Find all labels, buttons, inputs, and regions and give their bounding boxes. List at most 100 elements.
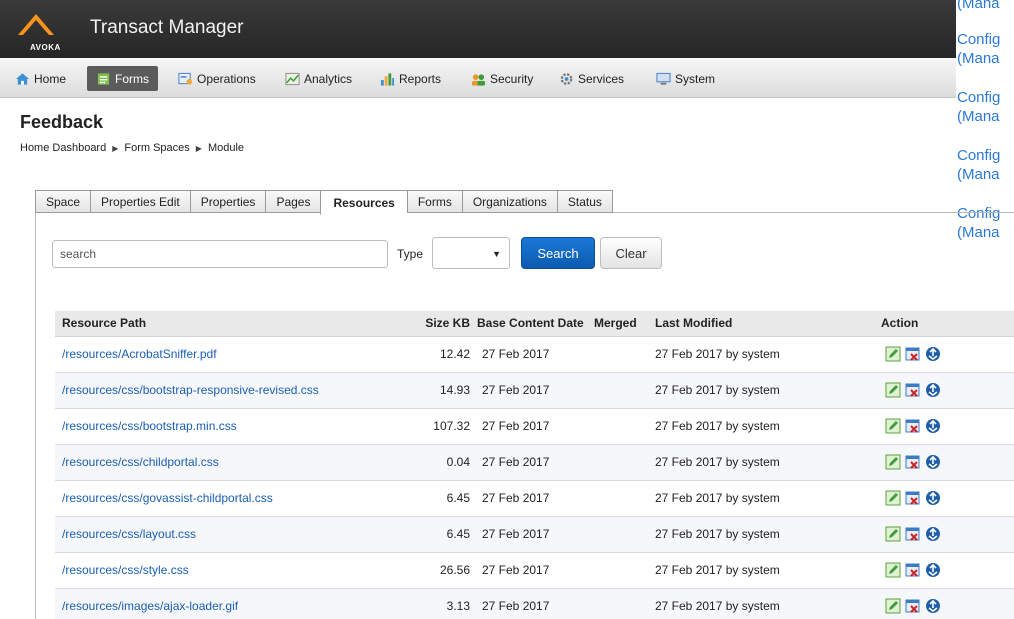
resource-path-link[interactable]: /resources/AcrobatSniffer.pdf (62, 347, 217, 361)
download-icon[interactable] (925, 490, 941, 506)
caret-down-icon: ▼ (492, 249, 501, 259)
nav-item-analytics[interactable]: Analytics (281, 66, 356, 91)
tab-status[interactable]: Status (556, 190, 613, 213)
action-icons (881, 526, 1014, 542)
side-link-line2[interactable]: (Mana (957, 107, 1014, 126)
delete-icon[interactable] (905, 562, 921, 578)
cell-size: 14.93 (414, 372, 470, 409)
resource-path-link[interactable]: /resources/css/layout.css (62, 527, 196, 541)
cell-last-modified: 27 Feb 2017 by system (655, 588, 881, 619)
tab-pages[interactable]: Pages (265, 190, 321, 213)
cell-resource-path: /resources/css/layout.css (55, 516, 414, 553)
search-input[interactable] (52, 240, 388, 268)
col-base-content-date[interactable]: Base Content Date (470, 311, 594, 337)
nav-label: Security (490, 71, 534, 86)
download-icon[interactable] (925, 598, 941, 614)
action-icons (881, 382, 1014, 398)
avoka-logo[interactable]: AVOKA (14, 8, 70, 52)
col-size[interactable]: Size KB (414, 311, 470, 337)
edit-icon[interactable] (885, 346, 901, 362)
col-last-modified[interactable]: Last Modified (655, 311, 881, 337)
nav-item-home[interactable]: Home (11, 66, 70, 91)
breadcrumb-item[interactable]: Form Spaces (124, 142, 189, 154)
cell-merged (594, 444, 655, 481)
cell-base-content-date: 27 Feb 2017 (470, 408, 594, 445)
delete-icon[interactable] (905, 346, 921, 362)
edit-icon[interactable] (885, 382, 901, 398)
nav-item-services[interactable]: Services (555, 66, 628, 91)
breadcrumb-item[interactable]: Home Dashboard (20, 142, 106, 154)
side-link-line1[interactable]: Config (957, 146, 1014, 165)
tab-space[interactable]: Space (35, 190, 91, 213)
tab-properties[interactable]: Properties (189, 190, 266, 213)
col-resource-path[interactable]: Resource Path (55, 311, 414, 337)
app-title: Transact Manager (90, 17, 244, 38)
delete-icon[interactable] (905, 526, 921, 542)
cell-base-content-date: 27 Feb 2017 (470, 372, 594, 409)
download-icon[interactable] (925, 418, 941, 434)
download-icon[interactable] (925, 346, 941, 362)
table-row: /resources/css/layout.css 6.45 27 Feb 2017… (55, 516, 1014, 553)
side-link[interactable]: Config (Mana (957, 88, 1014, 126)
edit-icon[interactable] (885, 598, 901, 614)
download-icon[interactable] (925, 382, 941, 398)
action-icons (881, 562, 1014, 578)
cell-actions (881, 516, 1014, 553)
resource-path-link[interactable]: /resources/css/bootstrap-responsive-revi… (62, 383, 319, 397)
security-icon (471, 73, 486, 86)
side-link[interactable]: Config (Mana (957, 146, 1014, 184)
side-link-line1[interactable]: Config (957, 88, 1014, 107)
action-icons (881, 346, 1014, 362)
tab-forms[interactable]: Forms (406, 190, 462, 213)
side-link-fragment[interactable]: (Mana (957, 0, 1014, 13)
reports-icon (380, 72, 395, 86)
cell-actions (881, 480, 1014, 517)
resource-path-link[interactable]: /resources/images/ajax-loader.gif (62, 599, 238, 613)
cell-size: 26.56 (414, 552, 470, 589)
download-icon[interactable] (925, 562, 941, 578)
nav-item-reports[interactable]: Reports (376, 66, 445, 91)
resource-path-link[interactable]: /resources/css/bootstrap.min.css (62, 419, 237, 433)
tab-resources[interactable]: Resources (320, 190, 407, 215)
edit-icon[interactable] (885, 418, 901, 434)
nav-item-security[interactable]: Security (467, 66, 537, 91)
cell-resource-path: /resources/css/bootstrap-responsive-revi… (55, 372, 414, 409)
edit-icon[interactable] (885, 562, 901, 578)
cell-base-content-date: 27 Feb 2017 (470, 516, 594, 553)
delete-icon[interactable] (905, 382, 921, 398)
side-link-line1[interactable]: Config (957, 30, 1014, 49)
tab-properties-edit[interactable]: Properties Edit (90, 190, 190, 213)
nav-item-operations[interactable]: Operations (174, 66, 260, 91)
cell-merged (594, 372, 655, 409)
delete-icon[interactable] (905, 598, 921, 614)
delete-icon[interactable] (905, 418, 921, 434)
side-link-line2[interactable]: (Mana (957, 165, 1014, 184)
clear-button[interactable]: Clear (600, 237, 662, 269)
cell-last-modified: 27 Feb 2017 by system (655, 480, 881, 517)
nav-item-forms[interactable]: Forms (87, 66, 158, 91)
page-title: Feedback (20, 112, 104, 132)
nav-item-system[interactable]: System (652, 66, 719, 91)
resource-path-link[interactable]: /resources/css/childportal.css (62, 455, 219, 469)
cell-base-content-date: 27 Feb 2017 (470, 480, 594, 517)
col-merged[interactable]: Merged (594, 311, 655, 337)
resource-path-link[interactable]: /resources/css/style.css (62, 563, 189, 577)
side-link[interactable]: Config (Mana (957, 30, 1014, 68)
nav-label: Home (34, 71, 67, 86)
tab-organizations[interactable]: Organizations (461, 190, 557, 213)
table-row: /resources/css/bootstrap-responsive-revi… (55, 372, 1014, 409)
download-icon[interactable] (925, 526, 941, 542)
edit-icon[interactable] (885, 526, 901, 542)
col-action: Action (881, 311, 1014, 337)
type-select[interactable]: ▼ (432, 237, 510, 269)
cell-base-content-date: 27 Feb 2017 (470, 552, 594, 589)
resource-path-link[interactable]: /resources/css/govassist-childportal.css (62, 491, 273, 505)
search-button[interactable]: Search (521, 237, 595, 269)
cell-base-content-date: 27 Feb 2017 (470, 588, 594, 619)
side-link-line2[interactable]: (Mana (957, 49, 1014, 68)
delete-icon[interactable] (905, 490, 921, 506)
download-icon[interactable] (925, 454, 941, 470)
delete-icon[interactable] (905, 454, 921, 470)
edit-icon[interactable] (885, 454, 901, 470)
edit-icon[interactable] (885, 490, 901, 506)
